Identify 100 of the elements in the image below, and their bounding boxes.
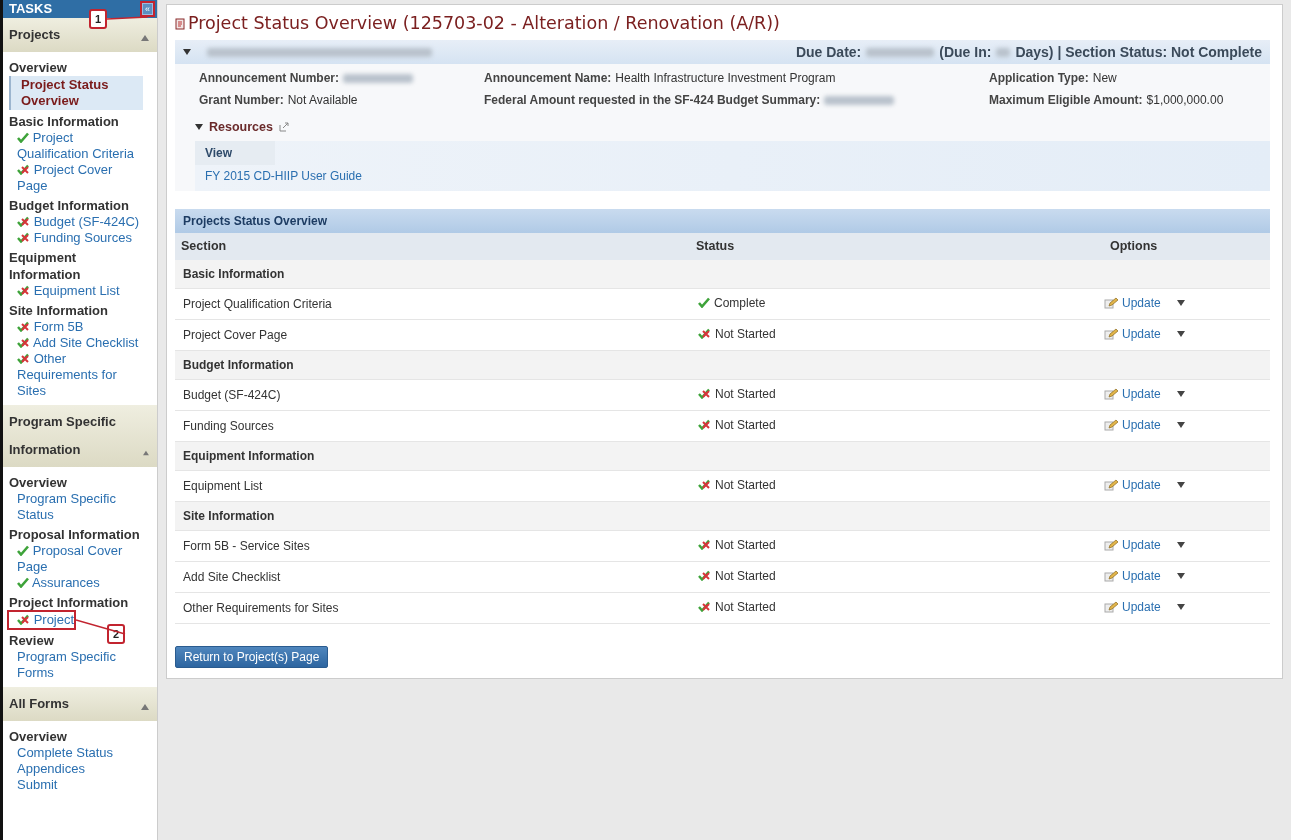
sidebar-link[interactable]: Project Qualification Criteria xyxy=(9,130,143,162)
redacted-text xyxy=(866,47,935,57)
update-link[interactable]: Update xyxy=(1122,535,1161,554)
pencil-icon xyxy=(1104,387,1118,400)
sidebar-title: TASKS xyxy=(9,0,53,19)
highlight-frame xyxy=(140,1,155,17)
update-link[interactable]: Update xyxy=(1122,293,1161,312)
sidebar-link[interactable]: Submit xyxy=(9,777,143,793)
pencil-icon xyxy=(1104,418,1118,431)
dropdown-caret-icon[interactable] xyxy=(1176,421,1185,428)
table-title: Projects Status Overview xyxy=(175,208,1270,233)
sidebar-link[interactable]: Funding Sources xyxy=(9,230,143,246)
dropdown-caret-icon[interactable] xyxy=(1176,572,1185,579)
field-label: Application Type: xyxy=(989,70,1089,87)
due-text: (Due In: xyxy=(939,42,992,62)
sidebar-link[interactable]: Form 5B xyxy=(9,319,143,335)
sidebar-link[interactable]: Complete Status xyxy=(9,745,143,761)
sidebar-link[interactable]: Program Specific Status xyxy=(9,491,143,523)
sidebar-heading: Site Information xyxy=(9,302,108,319)
section-title[interactable]: Projects xyxy=(9,21,61,49)
update-link[interactable]: Update xyxy=(1122,384,1161,403)
dropdown-caret-icon[interactable] xyxy=(1176,481,1185,488)
pencil-icon xyxy=(1104,478,1118,491)
update-link[interactable]: Update xyxy=(1122,415,1161,434)
section-cell: Funding Sources xyxy=(175,410,690,441)
section-title[interactable]: All Forms xyxy=(9,690,69,718)
sidebar-heading: Review xyxy=(9,632,54,649)
sidebar-link[interactable]: Appendices xyxy=(9,761,143,777)
pencil-icon xyxy=(1104,600,1118,613)
status-text: Not Started xyxy=(715,536,776,554)
leader-line xyxy=(107,16,149,20)
dropdown-caret-icon[interactable] xyxy=(1176,330,1185,337)
sidebar-link[interactable]: Project Cover Page xyxy=(9,162,143,194)
section-cell: Budget (SF-424C) xyxy=(175,379,690,410)
dropdown-caret-icon[interactable] xyxy=(1176,390,1185,397)
sidebar-link[interactable]: Project xyxy=(9,612,75,628)
update-link[interactable]: Update xyxy=(1122,597,1161,616)
sidebar-link[interactable]: Equipment List xyxy=(9,283,143,299)
caret-down-icon[interactable] xyxy=(195,124,203,131)
sidebar-link[interactable]: Assurances xyxy=(9,575,143,591)
sidebar-heading: Equipment Information xyxy=(9,249,82,283)
sidebar-link[interactable]: Proposal Cover Page xyxy=(9,543,143,575)
document-icon xyxy=(175,17,185,30)
field-label: Grant Number: xyxy=(199,92,284,109)
pencil-icon xyxy=(1104,296,1118,309)
sidebar-link[interactable]: Project Status Overview xyxy=(9,76,143,110)
group-cell: Basic Information xyxy=(175,259,1270,288)
pencil-icon xyxy=(1104,327,1118,340)
collapse-toggle-icon[interactable] xyxy=(143,450,149,456)
dropdown-caret-icon[interactable] xyxy=(1176,603,1185,610)
status-text: Not Started xyxy=(715,476,776,494)
sidebar-link[interactable]: Program Specific Forms xyxy=(9,649,143,681)
status-text: Not Started xyxy=(715,325,776,343)
status-text: Not Started xyxy=(715,567,776,585)
update-link[interactable]: Update xyxy=(1122,324,1161,343)
caret-down-icon[interactable] xyxy=(183,49,191,55)
section-cell: Other Requirements for Sites xyxy=(175,592,690,623)
column-header: View xyxy=(195,140,275,165)
status-text: Not Started xyxy=(715,385,776,403)
group-cell: Site Information xyxy=(175,501,1270,530)
sidebar-link[interactable]: Budget (SF-424C) xyxy=(9,214,143,230)
sidebar-link[interactable]: Other Requirements for Sites xyxy=(9,351,143,399)
pencil-icon xyxy=(1104,538,1118,551)
collapse-toggle-icon[interactable] xyxy=(141,704,149,710)
external-link-icon[interactable] xyxy=(278,122,289,133)
sidebar-heading: Budget Information xyxy=(9,197,129,214)
group-cell: Budget Information xyxy=(175,350,1270,379)
sidebar-heading: Project Information xyxy=(9,594,129,611)
redacted-text xyxy=(996,47,1011,57)
sidebar-link[interactable]: Add Site Checklist xyxy=(9,335,143,351)
pencil-icon xyxy=(1104,569,1118,582)
column-header: Status xyxy=(690,232,1088,260)
sidebar-heading: Basic Information xyxy=(9,113,119,130)
resource-link[interactable]: FY 2015 CD-HIIP User Guide xyxy=(195,164,1270,187)
dropdown-caret-icon[interactable] xyxy=(1176,541,1185,548)
resources-title: Resources xyxy=(209,119,273,136)
section-title[interactable]: Program Specific Information xyxy=(9,408,144,464)
status-text: Not Started xyxy=(715,416,776,434)
status-text: Complete xyxy=(714,294,766,312)
sidebar-heading: Proposal Information xyxy=(9,526,140,543)
update-link[interactable]: Update xyxy=(1122,566,1161,585)
column-header: Section xyxy=(175,232,690,260)
update-link[interactable]: Update xyxy=(1122,475,1161,494)
field-label: Announcement Number: xyxy=(199,70,339,87)
section-cell: Equipment List xyxy=(175,470,690,501)
collapse-toggle-icon[interactable] xyxy=(141,35,149,41)
field-label: Announcement Name: xyxy=(484,70,612,87)
field-label: Maximum Eligible Amount: xyxy=(989,92,1143,109)
status-text: Not Started xyxy=(715,598,776,616)
sidebar-heading: Overview xyxy=(9,59,67,76)
field-value: Not Available xyxy=(287,92,358,109)
field-value: New xyxy=(1092,70,1117,87)
section-cell: Project Qualification Criteria xyxy=(175,288,690,319)
due-text: Due Date: xyxy=(795,42,862,62)
sidebar-heading: Overview xyxy=(9,728,67,745)
return-button[interactable]: Return to Project(s) Page xyxy=(175,645,329,668)
field-value: Health Infrastructure Investment Program xyxy=(615,70,836,87)
section-cell: Add Site Checklist xyxy=(175,561,690,592)
section-cell: Project Cover Page xyxy=(175,319,690,350)
dropdown-caret-icon[interactable] xyxy=(1176,299,1185,306)
